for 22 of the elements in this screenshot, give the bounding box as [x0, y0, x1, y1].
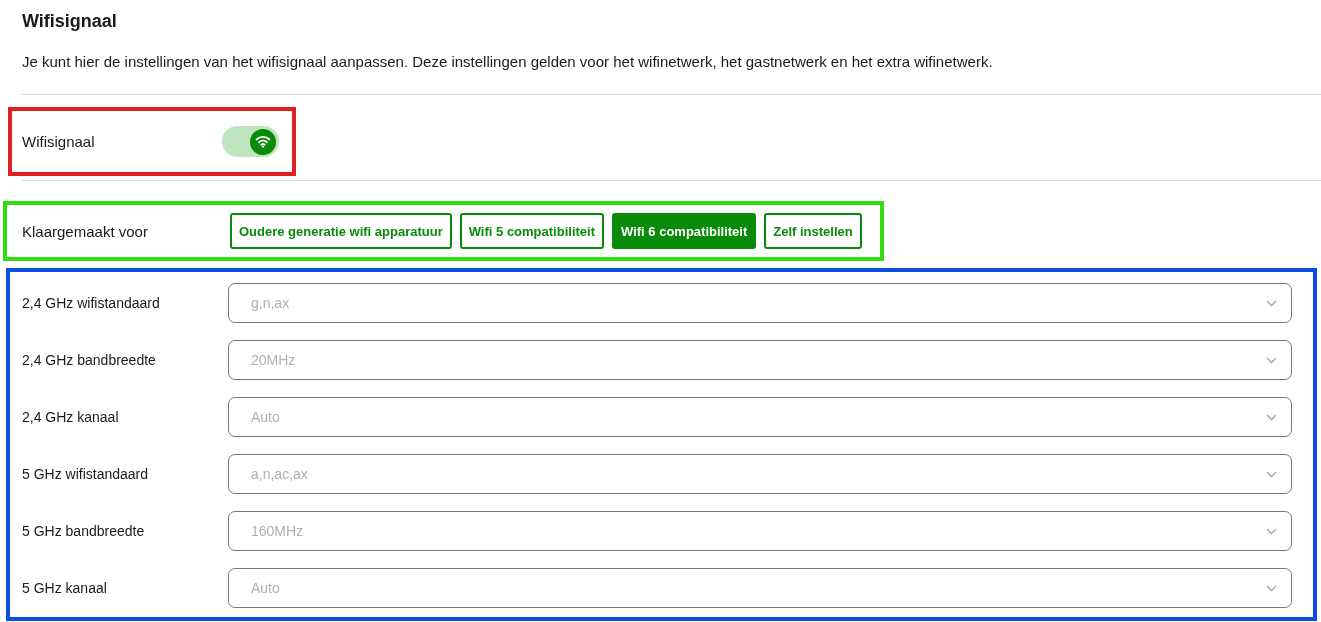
preset-button[interactable]: Wifi 5 compatibiliteit — [459, 213, 604, 249]
setting-label: 2,4 GHz wifistandaard — [22, 295, 161, 311]
chevron-down-icon — [1266, 356, 1277, 364]
setting-label: 5 GHz wifistandaard — [22, 466, 150, 482]
setting-label: 2,4 GHz bandbreedte — [22, 352, 157, 368]
wifi-toggle[interactable] — [222, 126, 279, 157]
page-title: Wifisignaal — [22, 10, 118, 32]
preset-label: Klaargemaakt voor — [22, 222, 149, 240]
preset-button[interactable]: Oudere generatie wifi apparatuur — [230, 213, 452, 249]
toggle-label: Wifisignaal — [22, 133, 96, 150]
description-text: Je kunt hier de instellingen van het wifisignaal aanpassen. Deze instellingen gelden voor het wifinetwerk, het gastnetwerk en het extra wifinetwerk. — [22, 52, 994, 72]
chevron-down-icon — [1266, 299, 1277, 307]
setting-label: 2,4 GHz kanaal — [22, 409, 120, 425]
chevron-down-icon — [1266, 584, 1277, 592]
wifi-icon — [255, 135, 271, 148]
chevron-down-icon — [1266, 413, 1277, 421]
chevron-down-icon — [1266, 527, 1277, 535]
chevron-down-icon — [1266, 470, 1277, 478]
setting-label: 5 GHz kanaal — [22, 580, 108, 596]
setting-label: 5 GHz bandbreedte — [22, 523, 146, 539]
preset-button[interactable]: Wifi 6 compatibiliteit — [612, 213, 757, 249]
preset-button[interactable]: Zelf instellen — [764, 213, 862, 249]
